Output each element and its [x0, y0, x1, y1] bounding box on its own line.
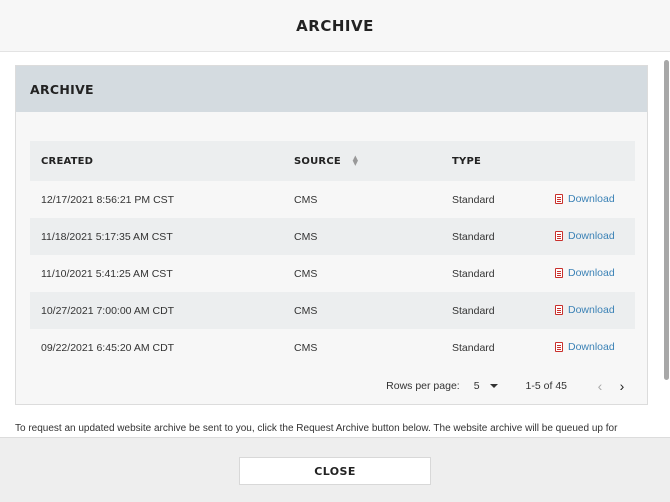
type-cell: Standard	[452, 230, 495, 243]
pagination-range: 1-5 of 45	[525, 380, 567, 392]
created-cell: 12/17/2021 8:56:21 PM CST	[41, 193, 175, 206]
created-cell: 11/18/2021 5:17:35 AM CST	[41, 230, 173, 243]
download-label: Download	[568, 303, 615, 316]
source-cell: CMS	[294, 267, 318, 280]
pdf-file-icon	[555, 267, 563, 278]
download-link[interactable]: Download	[555, 193, 615, 205]
type-cell: Standard	[452, 193, 495, 206]
column-header-created: CREATED	[30, 141, 283, 181]
column-header-actions	[544, 141, 635, 181]
type-cell: Standard	[452, 267, 495, 280]
download-link[interactable]: Download	[555, 304, 615, 316]
column-header-created-label: CREATED	[41, 155, 94, 167]
caret-down-icon	[489, 384, 498, 388]
rows-per-page-value: 5	[473, 380, 480, 392]
modal-header: ARCHIVE	[0, 0, 670, 52]
download-label: Download	[568, 266, 615, 279]
type-cell: Standard	[452, 304, 495, 317]
table-row: 11/10/2021 5:41:25 AM CST CMS Standard D…	[30, 255, 635, 292]
pdf-file-icon	[555, 193, 563, 204]
type-cell: Standard	[452, 341, 495, 354]
download-label: Download	[568, 229, 615, 242]
pdf-file-icon	[555, 230, 563, 241]
close-button[interactable]: CLOSE	[239, 457, 431, 485]
download-label: Download	[568, 192, 615, 205]
table-row: 09/22/2021 6:45:20 AM CDT CMS Standard D…	[30, 329, 635, 366]
download-link[interactable]: Download	[555, 230, 615, 242]
modal-body: ARCHIVE CREATED SOURCE ▲ ▼ TYPE 12/17/202…	[0, 52, 662, 437]
column-header-source-label: SOURCE	[294, 155, 341, 167]
download-link[interactable]: Download	[555, 267, 615, 279]
column-header-source[interactable]: SOURCE ▲ ▼	[283, 141, 441, 181]
pagination: Rows per page: 5 1-5 of 45 ‹ ›	[30, 374, 635, 398]
download-link[interactable]: Download	[555, 341, 615, 353]
source-cell: CMS	[294, 230, 318, 243]
rows-per-page-label: Rows per page:	[386, 380, 460, 392]
table-row: 11/18/2021 5:17:35 AM CST CMS Standard D…	[30, 218, 635, 255]
panel-title: ARCHIVE	[30, 81, 94, 97]
archive-table: CREATED SOURCE ▲ ▼ TYPE 12/17/2021 8:56:2…	[30, 141, 635, 366]
table-row: 10/27/2021 7:00:00 AM CDT CMS Standard D…	[30, 292, 635, 329]
chevron-right-icon[interactable]: ›	[611, 378, 633, 394]
source-cell: CMS	[294, 304, 318, 317]
sort-icon[interactable]: ▲ ▼	[353, 154, 359, 166]
column-header-type-label: TYPE	[452, 155, 482, 167]
modal-footer: CLOSE	[0, 437, 670, 502]
pdf-file-icon	[555, 341, 563, 352]
archive-instructions: To request an updated website archive be…	[15, 423, 618, 434]
table-header-row: CREATED SOURCE ▲ ▼ TYPE	[30, 141, 635, 181]
download-label: Download	[568, 340, 615, 353]
source-cell: CMS	[294, 341, 318, 354]
source-cell: CMS	[294, 193, 318, 206]
created-cell: 10/27/2021 7:00:00 AM CDT	[41, 304, 175, 317]
table-row: 12/17/2021 8:56:21 PM CST CMS Standard D…	[30, 181, 635, 218]
column-header-type: TYPE	[441, 141, 544, 181]
pdf-file-icon	[555, 304, 563, 315]
created-cell: 09/22/2021 6:45:20 AM CDT	[41, 341, 175, 354]
scrollbar[interactable]	[664, 60, 669, 380]
created-cell: 11/10/2021 5:41:25 AM CST	[41, 267, 173, 280]
modal-title: ARCHIVE	[296, 16, 374, 35]
rows-per-page-select[interactable]: 5	[474, 380, 498, 392]
archive-panel: ARCHIVE CREATED SOURCE ▲ ▼ TYPE 12/17/202…	[15, 65, 648, 405]
chevron-left-icon[interactable]: ‹	[589, 378, 611, 394]
panel-header: ARCHIVE	[16, 66, 647, 112]
